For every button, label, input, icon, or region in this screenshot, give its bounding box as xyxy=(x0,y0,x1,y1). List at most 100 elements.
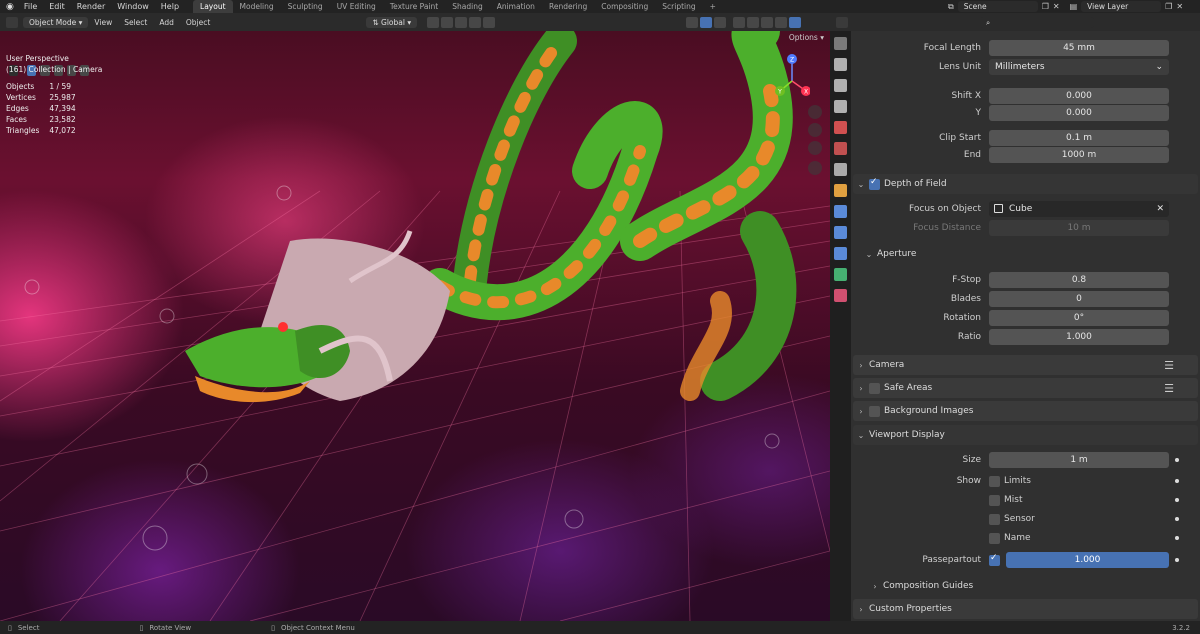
shading-material-icon[interactable] xyxy=(775,16,788,28)
physics-tab-icon[interactable] xyxy=(834,226,847,239)
dof-enable-checkbox[interactable] xyxy=(869,177,880,190)
world-tab-icon[interactable] xyxy=(834,142,847,155)
tab-shading[interactable]: Shading xyxy=(445,0,489,13)
zoom-icon[interactable] xyxy=(808,105,822,119)
menu-select[interactable]: Select xyxy=(118,18,153,27)
3d-viewport[interactable]: Options ▾ User Perspective (161) Collect… xyxy=(0,31,830,621)
limits-checkbox[interactable] xyxy=(989,475,1000,487)
menu-edit[interactable]: Edit xyxy=(43,2,71,11)
properties-search-input[interactable]: ⌕ xyxy=(980,16,1094,28)
menu-help[interactable]: Help xyxy=(155,2,185,11)
ratio-field[interactable]: 1.000 xyxy=(989,329,1169,345)
shift-y-field[interactable]: 0.000 xyxy=(989,105,1169,121)
aperture-header[interactable]: ⌄ Aperture xyxy=(851,245,1200,263)
tab-scripting[interactable]: Scripting xyxy=(655,0,702,13)
camera-view-icon[interactable] xyxy=(808,141,822,155)
sensor-checkbox[interactable] xyxy=(989,513,1000,525)
background-images-checkbox[interactable] xyxy=(869,405,880,417)
copy-view-layer-icon[interactable]: ❐ xyxy=(1165,2,1172,11)
blades-field[interactable]: 0 xyxy=(989,291,1169,307)
keyframe-dot-icon[interactable] xyxy=(1175,458,1179,462)
scene-field[interactable]: Scene xyxy=(957,1,1038,12)
pan-hand-icon[interactable] xyxy=(808,123,822,137)
shading-wireframe-icon[interactable] xyxy=(747,16,760,28)
passepartout-slider[interactable]: 1.000 xyxy=(1006,552,1169,568)
snap-target-icon[interactable] xyxy=(455,16,468,28)
close-scene-icon[interactable]: ✕ xyxy=(1053,2,1060,11)
tool-tab-icon[interactable] xyxy=(834,37,847,50)
shift-x-field[interactable]: 0.000 xyxy=(989,88,1169,104)
safe-areas-panel-header[interactable]: › Safe Areas ☰ xyxy=(853,378,1198,398)
add-workspace-button[interactable]: + xyxy=(703,0,723,13)
menu-view[interactable]: View xyxy=(88,18,118,27)
menu-file[interactable]: File xyxy=(18,2,43,11)
close-view-layer-icon[interactable]: ✕ xyxy=(1176,2,1183,11)
keyframe-dot-icon[interactable] xyxy=(1175,536,1179,540)
view-layer-field[interactable]: View Layer xyxy=(1081,1,1162,12)
tab-compositing[interactable]: Compositing xyxy=(594,0,655,13)
view-layer-tab-icon[interactable] xyxy=(834,100,847,113)
object-tab-icon[interactable] xyxy=(834,184,847,197)
presets-list-icon[interactable]: ☰ xyxy=(1164,382,1174,395)
presets-list-icon[interactable]: ☰ xyxy=(1164,359,1174,372)
tab-layout[interactable]: Layout xyxy=(193,0,233,13)
shading-rendered-icon[interactable] xyxy=(789,16,802,28)
clip-start-field[interactable]: 0.1 m xyxy=(989,130,1169,146)
options-dropdown[interactable]: Options ▾ xyxy=(789,33,824,42)
fstop-field[interactable]: 0.8 xyxy=(989,272,1169,288)
snap-icon[interactable] xyxy=(441,16,454,28)
focus-object-field[interactable]: Cube ✕ xyxy=(989,201,1169,217)
background-images-panel-header[interactable]: › Background Images xyxy=(853,401,1198,421)
dof-panel-header[interactable]: ⌄ Depth of Field xyxy=(853,174,1198,194)
tab-modeling[interactable]: Modeling xyxy=(233,0,281,13)
camera-data-tab-icon[interactable] xyxy=(834,268,847,281)
menu-render[interactable]: Render xyxy=(71,2,111,11)
editor-type-icon[interactable] xyxy=(6,16,18,28)
keyframe-dot-icon[interactable] xyxy=(1175,517,1179,521)
mist-checkbox[interactable] xyxy=(989,494,1000,506)
navigation-gizmo[interactable]: Z Y X xyxy=(774,51,810,105)
clip-end-field[interactable]: 1000 m xyxy=(989,147,1169,163)
blender-logo-icon[interactable]: ◉ xyxy=(6,2,14,12)
size-field[interactable]: 1 m xyxy=(989,452,1169,468)
custom-properties-panel-header[interactable]: › Custom Properties xyxy=(853,599,1198,619)
passepartout-checkbox[interactable] xyxy=(989,553,1000,566)
viewport-display-panel-header[interactable]: ⌄ Viewport Display xyxy=(853,425,1198,445)
name-checkbox[interactable] xyxy=(989,532,1000,544)
copy-scene-icon[interactable]: ❐ xyxy=(1042,2,1049,11)
lens-unit-dropdown[interactable]: Millimeters ⌄ xyxy=(989,59,1169,75)
output-tab-icon[interactable] xyxy=(834,79,847,92)
pivot-icon[interactable] xyxy=(427,16,440,28)
shading-solid-icon[interactable] xyxy=(761,16,774,28)
keyframe-dot-icon[interactable] xyxy=(1175,498,1179,502)
keyframe-dot-icon[interactable] xyxy=(1175,558,1179,562)
tab-uv-editing[interactable]: UV Editing xyxy=(330,0,383,13)
composition-guides-header[interactable]: › Composition Guides xyxy=(851,577,1200,595)
texture-tab-icon[interactable] xyxy=(834,289,847,302)
scene-icon[interactable]: ⧉ xyxy=(948,2,954,12)
menu-window[interactable]: Window xyxy=(111,2,155,11)
camera-panel-header[interactable]: › Camera ☰ xyxy=(853,355,1198,375)
overlay-icon[interactable] xyxy=(714,16,727,28)
menu-object[interactable]: Object xyxy=(180,18,216,27)
xray-icon[interactable] xyxy=(733,16,746,28)
transform-orientation-dropdown[interactable]: ⇅ Global ▾ xyxy=(366,16,418,28)
scene-tab-icon[interactable] xyxy=(834,121,847,134)
collection-tab-icon[interactable] xyxy=(834,163,847,176)
perspective-toggle-icon[interactable] xyxy=(808,161,822,175)
tab-rendering[interactable]: Rendering xyxy=(542,0,594,13)
render-tab-icon[interactable] xyxy=(834,58,847,71)
mode-dropdown[interactable]: Object Mode ▾ xyxy=(23,16,89,28)
tab-animation[interactable]: Animation xyxy=(490,0,542,13)
tab-texture-paint[interactable]: Texture Paint xyxy=(383,0,445,13)
rotation-field[interactable]: 0° xyxy=(989,310,1169,326)
close-icon[interactable]: ✕ xyxy=(1156,201,1164,217)
safe-areas-checkbox[interactable] xyxy=(869,382,880,394)
focal-length-field[interactable]: 45 mm xyxy=(989,40,1169,56)
constraint-tab-icon[interactable] xyxy=(834,247,847,260)
proportional-edit-icon[interactable] xyxy=(469,16,482,28)
menu-add[interactable]: Add xyxy=(153,18,180,27)
falloff-icon[interactable] xyxy=(483,16,496,28)
properties-editor-icon[interactable] xyxy=(836,16,848,28)
modifier-tab-icon[interactable] xyxy=(834,205,847,218)
